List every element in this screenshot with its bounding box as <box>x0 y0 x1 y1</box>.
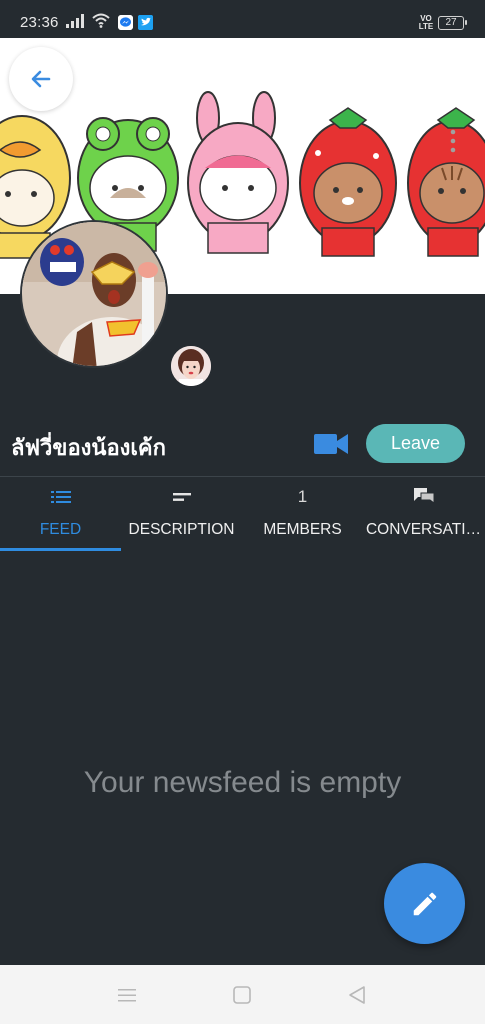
wifi-icon <box>92 13 110 28</box>
compose-button[interactable] <box>384 863 465 944</box>
strawberry-bear-character <box>299 107 397 257</box>
chat-bubbles-icon <box>413 488 434 504</box>
tab-feed-label: FEED <box>39 521 82 538</box>
network-label: VO LTE <box>418 14 434 31</box>
tab-feed[interactable]: FEED <box>0 477 121 551</box>
arrow-left-icon <box>31 70 51 88</box>
vertical-dots-icon[interactable] <box>449 128 457 154</box>
tab-description[interactable]: DESCRIPTION <box>121 477 242 551</box>
member-avatar-photo <box>171 346 211 386</box>
status-time: 23:36 <box>20 14 59 31</box>
member-avatar[interactable] <box>171 346 211 386</box>
battery-icon: 27 <box>438 16 467 30</box>
leave-button[interactable]: Leave <box>366 424 465 463</box>
feed-empty-message: Your newsfeed is empty <box>83 766 402 799</box>
tab-bar: FEED DESCRIPTION 1 MEMBERS CONVERSATI… <box>0 477 485 551</box>
signal-icon <box>66 14 84 28</box>
group-avatar[interactable] <box>20 220 168 368</box>
back-button[interactable] <box>9 47 73 111</box>
tab-conversation[interactable]: CONVERSATI… <box>363 477 484 551</box>
group-name: ลัฟวี่ของน้องเค้ก <box>11 436 166 461</box>
tab-conversation-label: CONVERSATI… <box>365 521 482 538</box>
rabbit-character <box>187 91 289 254</box>
messenger-icon <box>118 15 133 30</box>
active-tab-indicator <box>0 548 121 551</box>
home-square-icon[interactable] <box>231 984 253 1006</box>
back-triangle-icon[interactable] <box>346 984 368 1006</box>
tab-description-label: DESCRIPTION <box>128 521 235 538</box>
tab-members[interactable]: 1 MEMBERS <box>242 477 363 551</box>
tab-members-label: MEMBERS <box>263 521 342 538</box>
video-camera-icon[interactable] <box>313 431 349 457</box>
status-bar: 23:36 VO LTE 27 <box>0 0 485 38</box>
short-text-icon <box>172 493 191 501</box>
members-count: 1 <box>297 487 308 506</box>
menu-icon[interactable] <box>116 984 138 1006</box>
pencil-icon <box>413 892 436 915</box>
twitter-icon <box>138 15 153 30</box>
list-icon <box>50 491 71 503</box>
system-nav-bar <box>0 965 485 1024</box>
strawberry-cat-character <box>407 107 485 257</box>
group-avatar-photo <box>22 222 166 366</box>
